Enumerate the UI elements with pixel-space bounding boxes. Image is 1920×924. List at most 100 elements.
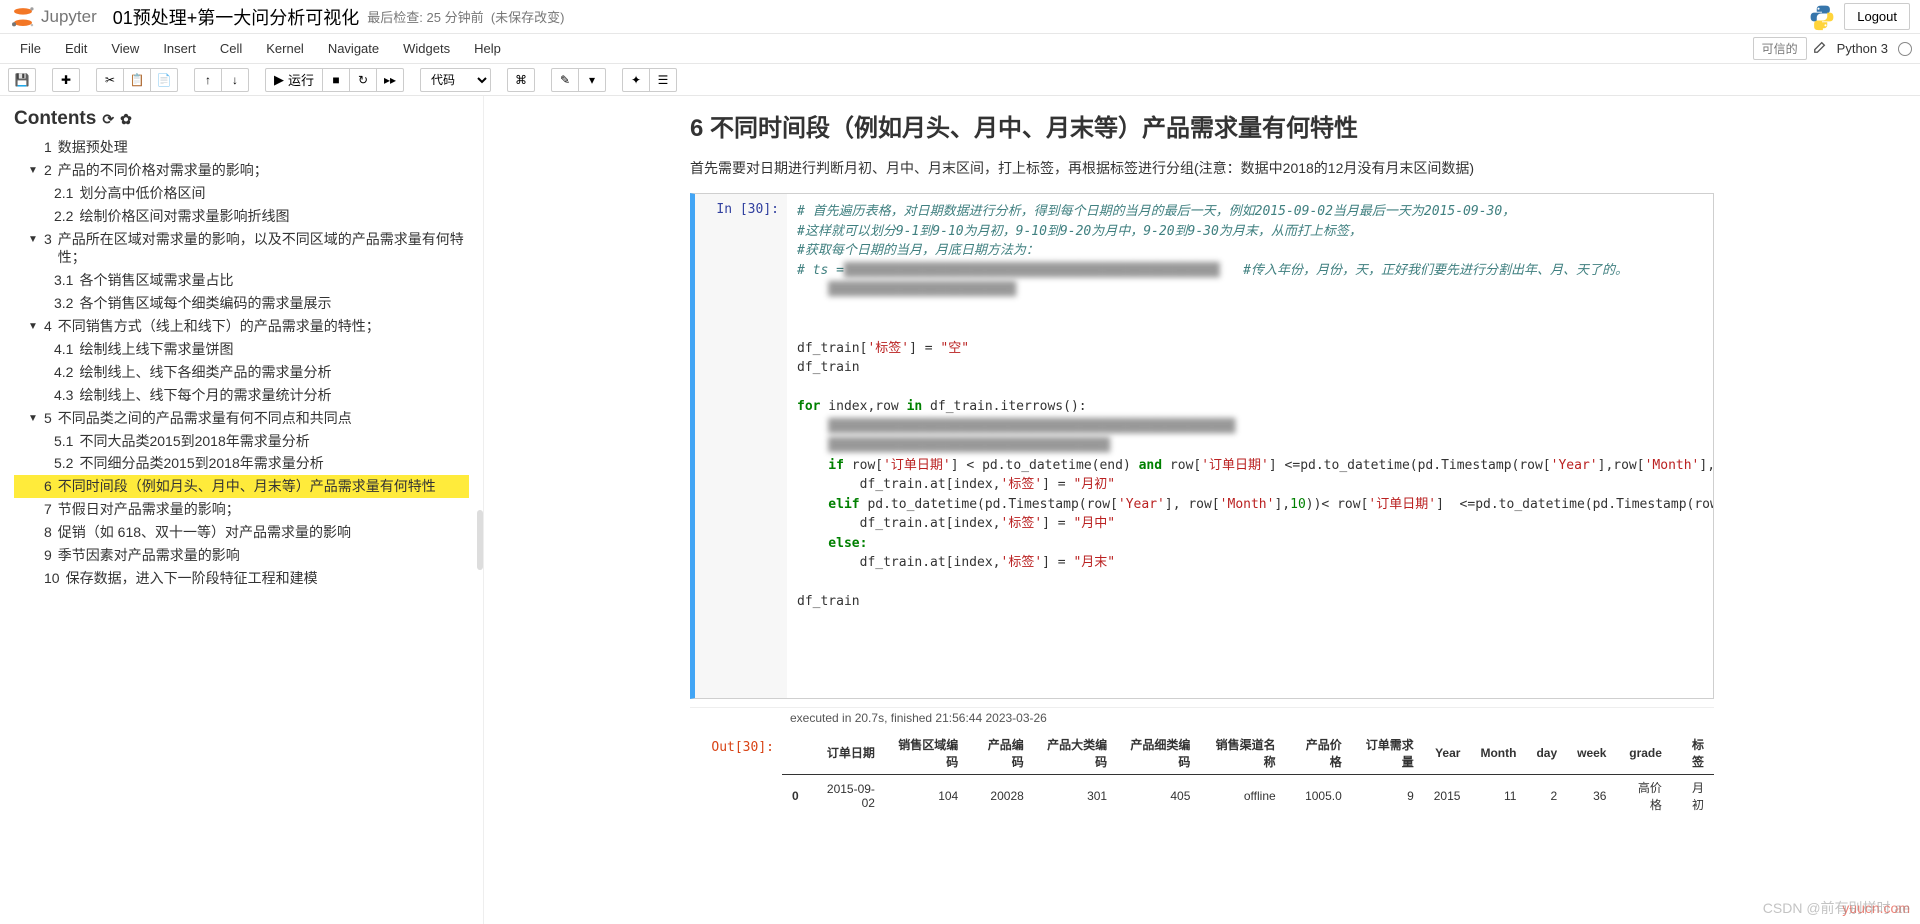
toc-number: 2.1	[54, 184, 73, 203]
chevron-down-icon: ▼	[28, 233, 38, 247]
table-header-row: 订单日期销售区域编码产品编码产品大类编码产品细类编码销售渠道名称产品价格订单需求…	[782, 732, 1714, 775]
logout-button[interactable]: Logout	[1844, 3, 1910, 30]
marker-dropdown-button[interactable]: ▾	[578, 68, 606, 92]
toc-label: 不同细分品类2015到2018年需求量分析	[79, 454, 323, 473]
toc-number: 2.2	[54, 207, 73, 226]
toc-label: 划分高中低价格区间	[79, 184, 205, 203]
interrupt-button[interactable]: ■	[322, 68, 350, 92]
toc-label: 各个销售区域需求量占比	[79, 271, 233, 290]
gear-icon[interactable]: ✿	[120, 111, 132, 128]
jupyter-logo[interactable]: Jupyter	[10, 4, 97, 30]
menu-cell[interactable]: Cell	[208, 37, 254, 60]
toc-label: 保存数据，进入下一阶段特征工程和建模	[66, 569, 318, 588]
restart-button[interactable]: ↻	[349, 68, 377, 92]
toc-item-4[interactable]: ▼ 4 不同销售方式（线上和线下）的产品需求量的特性；	[14, 315, 469, 338]
last-checkpoint: 最后检查: 25 分钟前 (未保存改变)	[367, 7, 564, 26]
toc-label: 不同时间段（例如月头、月中、月末等）产品需求量有何特性	[58, 477, 436, 496]
toc-item-4.3[interactable]: 4.3绘制线上、线下每个月的需求量统计分析	[14, 384, 469, 407]
toc-item-6[interactable]: 6不同时间段（例如月头、月中、月末等）产品需求量有何特性	[14, 475, 469, 498]
contents-title: Contents ⟳ ✿	[14, 108, 469, 130]
trusted-indicator[interactable]: 可信的	[1753, 37, 1807, 60]
toc-item-4.2[interactable]: 4.2绘制线上、线下各细类产品的需求量分析	[14, 361, 469, 384]
markdown-cell[interactable]: 6 不同时间段（例如月头、月中、月末等）产品需求量有何特性 首先需要对日期进行判…	[690, 108, 1714, 179]
variable-button[interactable]: ✦	[622, 68, 650, 92]
toc-item-2.2[interactable]: 2.2 绘制价格区间对需求量影响折线图	[14, 205, 469, 228]
toc-number: 9	[44, 546, 52, 565]
toc-item-10[interactable]: 10保存数据，进入下一阶段特征工程和建模	[14, 567, 469, 590]
notebook-title[interactable]: 01预处理+第一大问分析可视化	[113, 4, 360, 30]
toc-label: 不同销售方式（线上和线下）的产品需求量的特性；	[58, 317, 380, 336]
toc-item-3[interactable]: ▼3产品所在区域对需求量的影响，以及不同区域的产品需求量有何特性；	[14, 228, 469, 270]
toc-number: 2	[44, 161, 52, 180]
notebook-area[interactable]: 6 不同时间段（例如月头、月中、月末等）产品需求量有何特性 首先需要对日期进行判…	[484, 96, 1920, 924]
table-row: 02015-09-0210420028301405offline1005.092…	[782, 774, 1714, 817]
menu-help[interactable]: Help	[462, 37, 513, 60]
cut-button[interactable]: ✂	[96, 68, 124, 92]
code-input[interactable]: # 首先遍历表格，对日期数据进行分析，得到每个日期的当月的最后一天，例如2015…	[787, 194, 1713, 698]
section-description: 首先需要对日期进行判断月初、月中、月末区间，打上标签，再根据标签进行分组(注意：…	[690, 157, 1714, 179]
menu-widgets[interactable]: Widgets	[391, 37, 462, 60]
kernel-name[interactable]: Python 3	[1833, 41, 1892, 56]
edit-icon[interactable]	[1813, 40, 1827, 57]
menu-view[interactable]: View	[99, 37, 151, 60]
menu-kernel[interactable]: Kernel	[254, 37, 316, 60]
toc-label: 不同品类之间的产品需求量有何不同点和共同点	[58, 409, 352, 428]
toc-list: 1数据预处理▼2产品的不同价格对需求量的影响； 2.1 划分高中低价格区间 2.2 绘制…	[14, 136, 469, 590]
move-down-button[interactable]: ↓	[221, 68, 249, 92]
toc-number: 4.3	[54, 386, 73, 405]
toc-item-5.2[interactable]: 5.2 不同细分品类2015到2018年需求量分析	[14, 452, 469, 475]
header-bar: Jupyter 01预处理+第一大问分析可视化 最后检查: 25 分钟前 (未保…	[0, 0, 1920, 34]
refresh-icon[interactable]: ⟳	[102, 111, 114, 128]
toc-number: 3.1	[54, 271, 73, 290]
toc-item-4.1[interactable]: 4.1绘制线上线下需求量饼图	[14, 338, 469, 361]
toc-item-1[interactable]: 1数据预处理	[14, 136, 469, 159]
run-button[interactable]: ▶ 运行	[265, 68, 323, 92]
move-up-button[interactable]: ↑	[194, 68, 222, 92]
jupyter-icon	[10, 4, 36, 30]
toc-number: 3	[44, 230, 52, 249]
menu-navigate[interactable]: Navigate	[316, 37, 391, 60]
output-prompt: Out[30]:	[690, 732, 782, 817]
toc-number: 4	[44, 317, 52, 336]
menu-file[interactable]: File	[8, 37, 53, 60]
toc-sidebar: Contents ⟳ ✿ 1数据预处理▼2产品的不同价格对需求量的影响； 2.1 划…	[0, 96, 484, 924]
menu-insert[interactable]: Insert	[151, 37, 208, 60]
toc-item-3.2[interactable]: 3.2各个销售区域每个细类编码的需求量展示	[14, 292, 469, 315]
copy-button[interactable]: 📋	[123, 68, 151, 92]
toc-number: 5.1	[54, 432, 73, 451]
toc-item-9[interactable]: 9 季节因素对产品需求量的影响	[14, 544, 469, 567]
restart-run-button[interactable]: ▸▸	[376, 68, 404, 92]
toc-item-5[interactable]: ▼5不同品类之间的产品需求量有何不同点和共同点	[14, 407, 469, 430]
marker-button[interactable]: ✎	[551, 68, 579, 92]
dataframe-table: 订单日期销售区域编码产品编码产品大类编码产品细类编码销售渠道名称产品价格订单需求…	[782, 732, 1714, 817]
toc-number: 4.2	[54, 363, 73, 382]
command-palette-button[interactable]: ⌘	[507, 68, 535, 92]
watermark-csdn: CSDN @前有别样时 ae	[1763, 898, 1910, 918]
paste-button[interactable]: 📄	[150, 68, 178, 92]
save-button[interactable]: 💾	[8, 68, 36, 92]
add-cell-button[interactable]: ✚	[52, 68, 80, 92]
code-cell[interactable]: In [30]: # 首先遍历表格，对日期数据进行分析，得到每个日期的当月的最后…	[690, 193, 1714, 699]
section-heading: 6 不同时间段（例如月头、月中、月末等）产品需求量有何特性	[690, 108, 1714, 143]
execution-time: executed in 20.7s, finished 21:56:44 202…	[690, 707, 1714, 728]
toc-toggle-button[interactable]: ☰	[649, 68, 677, 92]
toc-number: 1	[44, 138, 52, 157]
toc-item-8[interactable]: 8促销（如 618、双十一等）对产品需求量的影响	[14, 521, 469, 544]
menu-edit[interactable]: Edit	[53, 37, 99, 60]
python-icon	[1808, 3, 1836, 31]
toc-label: 绘制价格区间对需求量影响折线图	[79, 207, 289, 226]
toc-item-7[interactable]: 7节假日对产品需求量的影响；	[14, 498, 469, 521]
toc-item-2.1[interactable]: 2.1 划分高中低价格区间	[14, 182, 469, 205]
sidebar-splitter[interactable]	[477, 510, 483, 570]
toc-item-5.1[interactable]: 5.1 不同大品类2015到2018年需求量分析	[14, 430, 469, 453]
toc-label: 促销（如 618、双十一等）对产品需求量的影响	[58, 523, 351, 542]
celltype-select[interactable]: 代码	[420, 68, 491, 92]
toc-item-3.1[interactable]: 3.1 各个销售区域需求量占比	[14, 269, 469, 292]
toc-label: 各个销售区域每个细类编码的需求量展示	[79, 294, 331, 313]
toc-label: 季节因素对产品需求量的影响	[58, 546, 240, 565]
toc-label: 不同大品类2015到2018年需求量分析	[79, 432, 309, 451]
toc-item-2[interactable]: ▼2产品的不同价格对需求量的影响；	[14, 159, 469, 182]
toc-number: 5.2	[54, 454, 73, 473]
toc-number: 5	[44, 409, 52, 428]
chevron-down-icon: ▼	[28, 320, 38, 334]
